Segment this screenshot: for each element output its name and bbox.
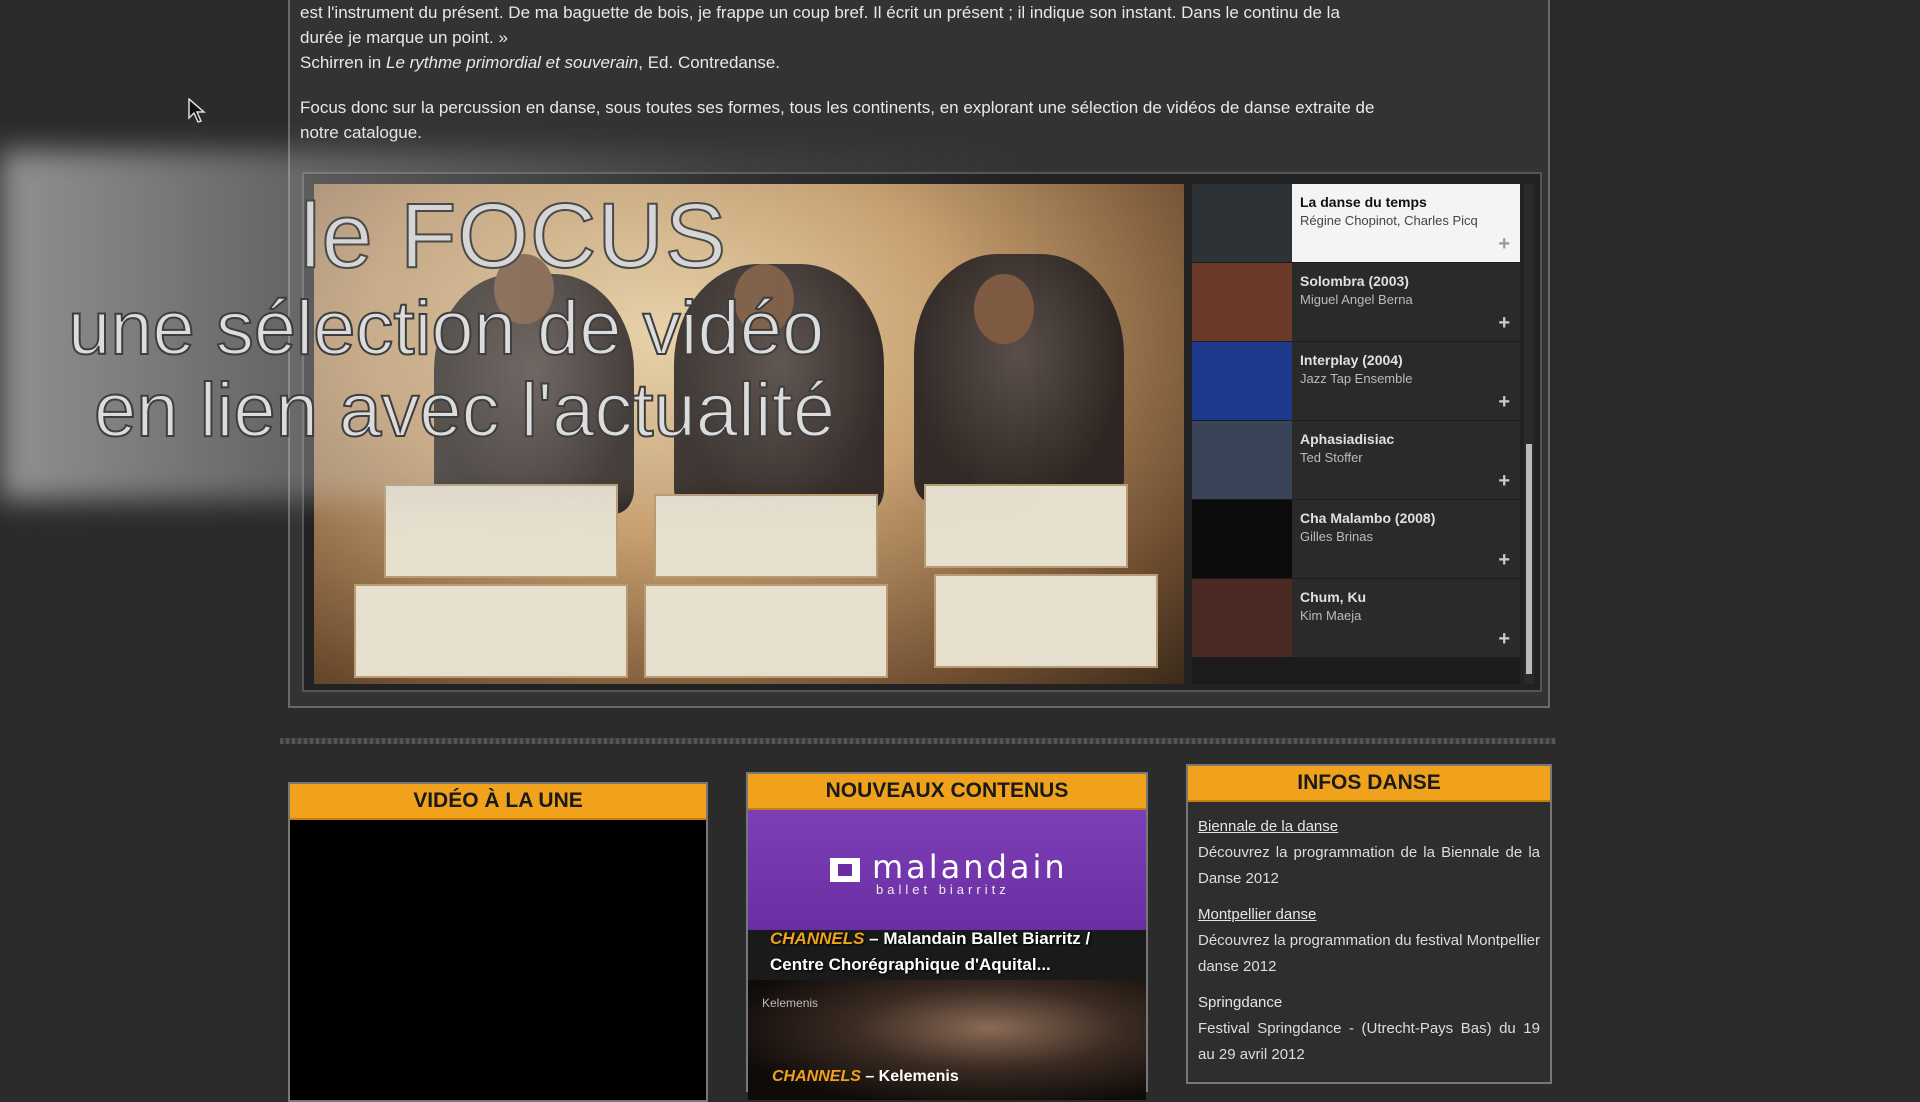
playlist-item-title: Chum, Ku [1300,589,1367,605]
dance-news-list: Biennale de la danse Découvrez la program… [1188,802,1550,1090]
performer-head [974,274,1034,344]
playlist-item-info: Aphasiadisiac Ted Stoffer + [1292,421,1520,499]
news-entry: Biennale de la danse Découvrez la program… [1198,814,1540,892]
playlist-item[interactable]: Aphasiadisiac Ted Stoffer + [1192,421,1520,499]
playlist-item-author: Kim Maeja [1300,608,1362,623]
table-surface [934,574,1158,668]
intro-text: est l'instrument du présent. De ma bague… [300,0,1540,155]
brand-name: malandain [872,848,1068,886]
playlist-scrollbar-thumb[interactable] [1526,444,1532,674]
featured-video-box: VIDÉO À LA UNE [288,782,708,1102]
quote-line1: est l'instrument du présent. De ma bague… [300,3,1340,22]
playlist-thumbnail[interactable] [1192,184,1292,262]
playlist-thumbnail[interactable] [1192,500,1292,578]
dance-news-box: INFOS DANSE Biennale de la danse Découvre… [1186,764,1552,1084]
caption-line2: Centre Chorégraphique d'Aquital... [770,955,1051,974]
playlist-item-title: Cha Malambo (2008) [1300,510,1436,526]
plus-icon[interactable]: + [1498,628,1510,651]
table-surface [644,584,888,678]
focus-overlay-subtitle: une sélection de vidéo en lien avec l'ac… [67,286,836,453]
table-surface [384,484,618,578]
caption-rest: – Malandain Ballet Biarritz / [864,929,1091,948]
playlist-scrollbar[interactable] [1524,184,1534,684]
playlist-item-info: Cha Malambo (2008) Gilles Brinas + [1292,500,1520,578]
playlist-item[interactable]: La danse du temps Régine Chopinot, Charle… [1192,184,1520,262]
playlist-item[interactable]: Interplay (2004) Jazz Tap Ensemble + [1192,342,1520,420]
brand-subtitle: ballet biarritz [876,882,1010,897]
dance-news-header: INFOS DANSE [1188,766,1550,802]
playlist-item-info: Chum, Ku Kim Maeja + [1292,579,1520,657]
brand-logo-icon [830,858,860,882]
quote-source-suffix: , Ed. Contredanse. [638,53,781,72]
playlist-item-author: Régine Chopinot, Charles Picq [1300,213,1478,228]
focus-overlay-line2: en lien avec l'actualité [93,368,836,453]
playlist-item-author: Gilles Brinas [1300,529,1373,544]
playlist-item-title: Aphasiadisiac [1300,431,1395,447]
mouse-pointer-icon [188,98,206,123]
news-entry-description: Découvrez la programmation de la Biennal… [1198,844,1540,887]
channels-label-2: CHANNELS [772,1068,861,1085]
catalogue-link[interactable]: notre catalogue. [300,123,422,142]
quote-paragraph: est l'instrument du présent. De ma bague… [300,0,1540,75]
quote-line2: durée je marque un point. » [300,28,508,47]
video-playlist: La danse du temps Régine Chopinot, Charle… [1192,184,1520,684]
caption2-rest: – Kelemenis [860,1068,959,1085]
playlist-thumbnail[interactable] [1192,263,1292,341]
plus-icon[interactable]: + [1498,549,1510,572]
news-entry: Springdance Festival Springdance - (Utrec… [1198,990,1540,1068]
news-entry-description: Festival Springdance - (Utrecht-Pays Bas… [1198,1020,1540,1063]
plus-icon[interactable]: + [1498,233,1510,256]
table-surface [924,484,1128,568]
news-entry-title: Springdance [1198,994,1283,1011]
plus-icon[interactable]: + [1498,470,1510,493]
focus-text: Focus donc sur la percussion en danse, s… [300,98,1375,117]
playlist-item[interactable]: Solombra (2003) Miguel Angel Berna + [1192,263,1520,341]
playlist-thumbnail[interactable] [1192,342,1292,420]
channels-label: CHANNELS [770,929,865,948]
featured-video-header: VIDÉO À LA UNE [290,784,706,820]
playlist-item-info: Solombra (2003) Miguel Angel Berna + [1292,263,1520,341]
focus-overlay-line1: une sélection de vidéo [67,286,825,371]
playlist-thumbnail[interactable] [1192,579,1292,657]
playlist-item-info: Interplay (2004) Jazz Tap Ensemble + [1292,342,1520,420]
new-content-caption: CHANNELS – Malandain Ballet Biarritz / C… [770,926,1090,978]
table-surface [654,494,878,578]
playlist-item-author: Miguel Angel Berna [1300,292,1413,307]
news-entry-title[interactable]: Biennale de la danse [1198,814,1540,840]
dancers-small-label: Kelemenis [762,996,819,1010]
new-content-caption2: CHANNELS – Kelemenis [772,1068,959,1086]
news-entry-description: Découvrez la programmation du festival M… [1198,932,1540,975]
news-entry: Montpellier danse Découvrez la programmat… [1198,902,1540,980]
focus-paragraph: Focus donc sur la percussion en danse, s… [300,95,1540,145]
playlist-item-info: La danse du temps Régine Chopinot, Charle… [1292,184,1520,262]
playlist-item[interactable]: Cha Malambo (2008) Gilles Brinas + [1192,500,1520,578]
focus-overlay-title: le FOCUS [299,185,728,287]
table-surface [354,584,628,678]
brand-banner: malandain ballet biarritz [748,810,1146,930]
playlist-item-title: Solombra (2003) [1300,273,1409,289]
playlist-item-title: La danse du temps [1300,194,1427,210]
playlist-thumbnail[interactable] [1192,421,1292,499]
playlist-item[interactable]: Chum, Ku Kim Maeja + [1192,579,1520,657]
section-divider [280,738,1556,744]
plus-icon[interactable]: + [1498,391,1510,414]
new-content-teaser[interactable]: malandain ballet biarritz CHANNELS – Mal… [748,810,1146,1100]
plus-icon[interactable]: + [1498,312,1510,335]
playlist-item-title: Interplay (2004) [1300,352,1403,368]
news-entry-title[interactable]: Montpellier danse [1198,902,1540,928]
quote-source-prefix: Schirren in [300,53,386,72]
playlist-item-author: Ted Stoffer [1300,450,1363,465]
new-content-header: NOUVEAUX CONTENUS [748,774,1146,810]
playlist-item-author: Jazz Tap Ensemble [1300,371,1413,386]
new-content-box: NOUVEAUX CONTENUS malandain ballet biarr… [746,772,1148,1100]
quote-source-title: Le rythme primordial et souverain [385,53,639,72]
